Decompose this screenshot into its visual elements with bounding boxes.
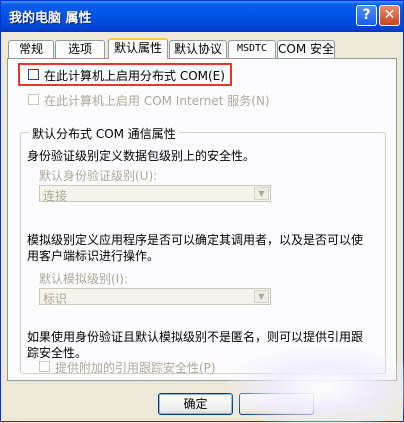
title-bar[interactable]: 我的电脑 属性 ? ✕ <box>1 1 403 32</box>
auth-description: 身份验证级别定义数据包级别上的安全性。 <box>27 149 256 163</box>
properties-window: 我的电脑 属性 ? ✕ 常规 选项 默认属性 默认协议 MSDTC COM 安全… <box>0 0 404 423</box>
tab-general[interactable]: 常规 <box>8 40 54 58</box>
tab-com-security[interactable]: COM 安全 <box>277 40 335 58</box>
tab-options[interactable]: 选项 <box>55 40 105 58</box>
close-button[interactable]: ✕ <box>379 5 400 26</box>
window-title: 我的电脑 属性 <box>9 11 92 26</box>
auth-level-select: 连接 ▼ <box>39 185 271 203</box>
reference-tracking-checkbox <box>39 361 50 372</box>
enable-dcom-label[interactable]: 在此计算机上启用分布式 COM(E) <box>44 67 225 84</box>
auth-level-value: 连接 <box>43 189 68 203</box>
chevron-down-icon: ▼ <box>254 187 269 200</box>
impersonation-level-select: 标识 ▼ <box>39 288 271 306</box>
chevron-down-icon: ▼ <box>254 290 269 303</box>
enable-dcom-checkbox[interactable] <box>28 69 39 80</box>
tab-msdtc[interactable]: MSDTC <box>228 40 276 58</box>
ok-button[interactable]: 确定 <box>158 393 233 415</box>
impersonation-level-label: 默认模拟级别(I): <box>39 272 128 286</box>
enable-com-internet-checkbox <box>28 94 39 105</box>
screen-glare <box>226 346 404 423</box>
tab-default-properties[interactable]: 默认属性 <box>108 38 168 59</box>
reference-tracking-label: 提供附加的引用跟踪安全性(P) <box>55 361 216 375</box>
reference-tracking-description-line1: 如果使用身份验证且默认模拟级别不是匿名，则可以提供引用跟 <box>27 330 364 344</box>
help-button[interactable]: ? <box>356 5 377 26</box>
impersonation-description-line1: 模拟级别定义应用程序是否可以确定其调用者，以及是否可以使 <box>27 233 364 247</box>
impersonation-description-line2: 用客户端标识进行操作。 <box>27 249 160 263</box>
group-legend: 默认分布式 COM 通信属性 <box>29 125 179 142</box>
auth-level-label: 默认身份验证级别(U): <box>39 169 158 183</box>
dcom-properties-group: 默认分布式 COM 通信属性 身份验证级别定义数据包级别上的安全性。 默认身份验… <box>20 125 386 375</box>
impersonation-level-value: 标识 <box>43 292 68 306</box>
enable-com-internet-label: 在此计算机上启用 COM Internet 服务(N) <box>44 94 270 108</box>
tab-default-protocols[interactable]: 默认协议 <box>169 40 227 58</box>
tab-panel: 在此计算机上启用分布式 COM(E) 在此计算机上启用 COM Internet… <box>7 58 397 381</box>
